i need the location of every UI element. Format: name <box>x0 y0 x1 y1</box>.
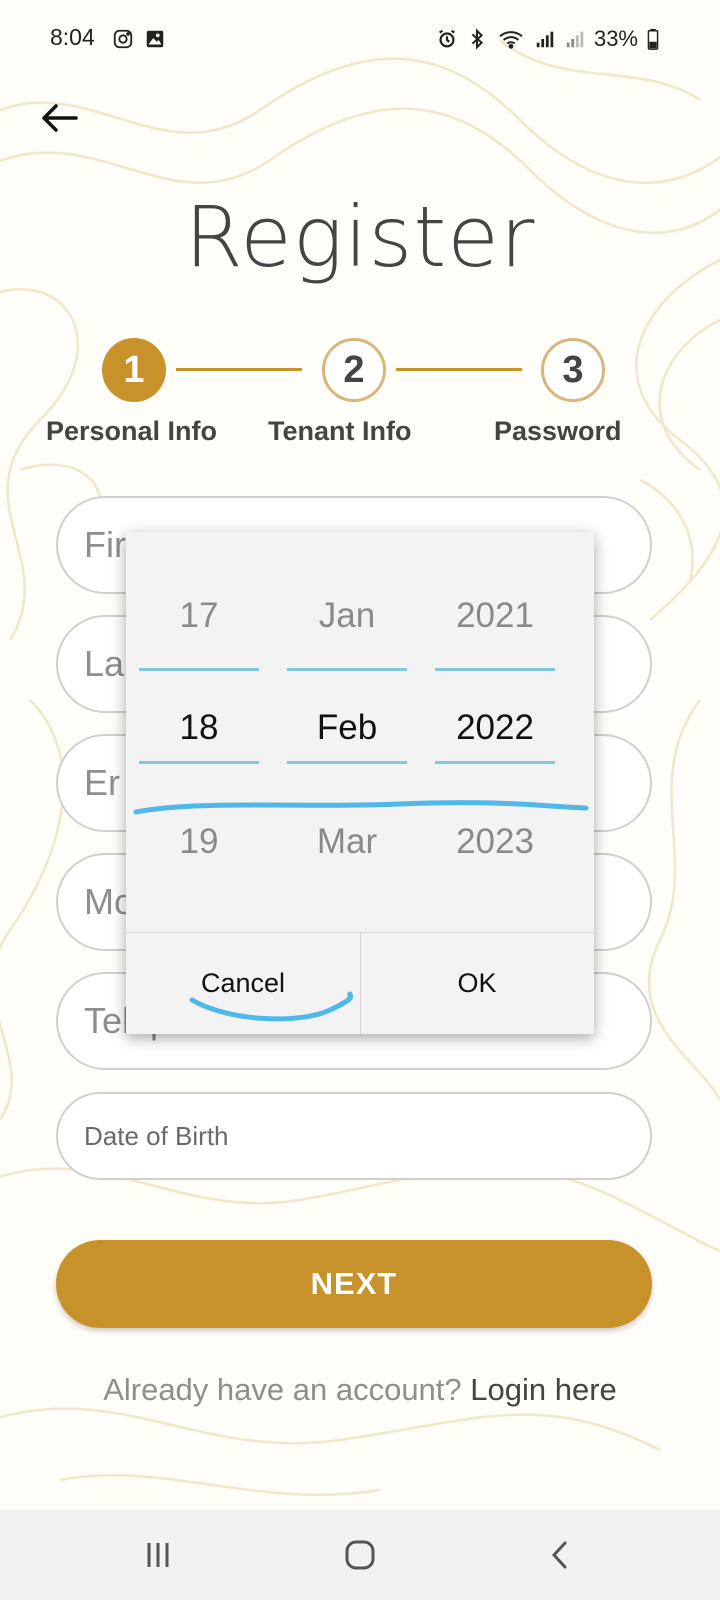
last-name-placeholder: La <box>84 643 125 684</box>
month-next[interactable]: Mar <box>287 822 407 862</box>
battery-percent: 33% <box>593 26 638 51</box>
status-time: 8:04 <box>50 24 95 50</box>
step-2-circle[interactable]: 2 <box>322 338 386 402</box>
year-picker[interactable]: 2021 2022 2023 <box>435 532 555 932</box>
status-left-icons <box>112 28 166 50</box>
picker-divider <box>139 761 259 764</box>
instagram-icon <box>113 29 133 49</box>
year-prev[interactable]: 2021 <box>435 596 555 636</box>
year-next[interactable]: 2023 <box>435 822 555 862</box>
page-title: Register <box>184 188 536 286</box>
picker-divider <box>287 668 407 671</box>
wifi-icon <box>499 31 523 49</box>
ok-button[interactable]: OK <box>360 932 594 1034</box>
picker-divider <box>287 761 407 764</box>
step-connector <box>176 368 302 371</box>
gallery-icon <box>146 30 164 48</box>
system-back-button[interactable] <box>530 1530 590 1580</box>
battery-icon <box>647 28 659 50</box>
step-1-circle[interactable]: 1 <box>102 338 166 402</box>
chevron-left-icon <box>551 1541 567 1569</box>
date-of-birth-placeholder: Date of Birth <box>84 1120 229 1151</box>
status-right-icons: 33% <box>436 26 660 52</box>
day-selected[interactable]: 18 <box>139 708 259 748</box>
step-2-label: Tenant Info <box>268 416 412 446</box>
system-nav-bar <box>0 1510 720 1600</box>
day-next[interactable]: 19 <box>139 822 259 862</box>
picker-divider <box>435 668 555 671</box>
picker-divider <box>139 668 259 671</box>
first-name-placeholder: Fir <box>84 524 126 565</box>
bluetooth-icon <box>471 28 484 50</box>
step-1-label: Personal Info <box>46 416 218 446</box>
login-link[interactable]: Login here <box>470 1372 617 1407</box>
signal-icon <box>566 31 584 48</box>
status-bar: 8:04 33% <box>0 0 720 80</box>
back-arrow-icon <box>42 104 78 132</box>
year-selected[interactable]: 2022 <box>435 708 555 748</box>
month-selected[interactable]: Feb <box>287 708 407 748</box>
date-picker-dialog: 17 18 19 Jan Feb Mar 2021 2022 2023 Canc… <box>126 532 594 1034</box>
cancel-button[interactable]: Cancel <box>126 932 360 1034</box>
step-connector <box>396 368 522 371</box>
home-button[interactable] <box>330 1530 390 1580</box>
month-prev[interactable]: Jan <box>287 596 407 636</box>
login-prompt-text: Already have an account? <box>103 1372 471 1407</box>
step-3-circle[interactable]: 3 <box>541 338 605 402</box>
date-of-birth-field[interactable]: Date of Birth <box>56 1092 652 1180</box>
recent-apps-button[interactable] <box>128 1530 188 1580</box>
email-placeholder: Er <box>84 762 120 803</box>
step-3-label: Password <box>494 416 622 446</box>
registration-stepper: 1 2 3 Personal Info Tenant Info Password <box>0 338 720 458</box>
login-prompt: Already have an account? Login here <box>0 1372 720 1408</box>
alarm-icon <box>439 29 455 48</box>
signal-icon <box>536 31 554 48</box>
next-button[interactable]: NEXT <box>56 1240 652 1328</box>
day-picker[interactable]: 17 18 19 <box>139 532 259 932</box>
picker-divider <box>435 761 555 764</box>
recent-apps-icon <box>147 1543 169 1567</box>
month-picker[interactable]: Jan Feb Mar <box>287 532 407 932</box>
day-prev[interactable]: 17 <box>139 596 259 636</box>
home-icon <box>345 1540 375 1570</box>
back-button[interactable] <box>38 98 82 138</box>
